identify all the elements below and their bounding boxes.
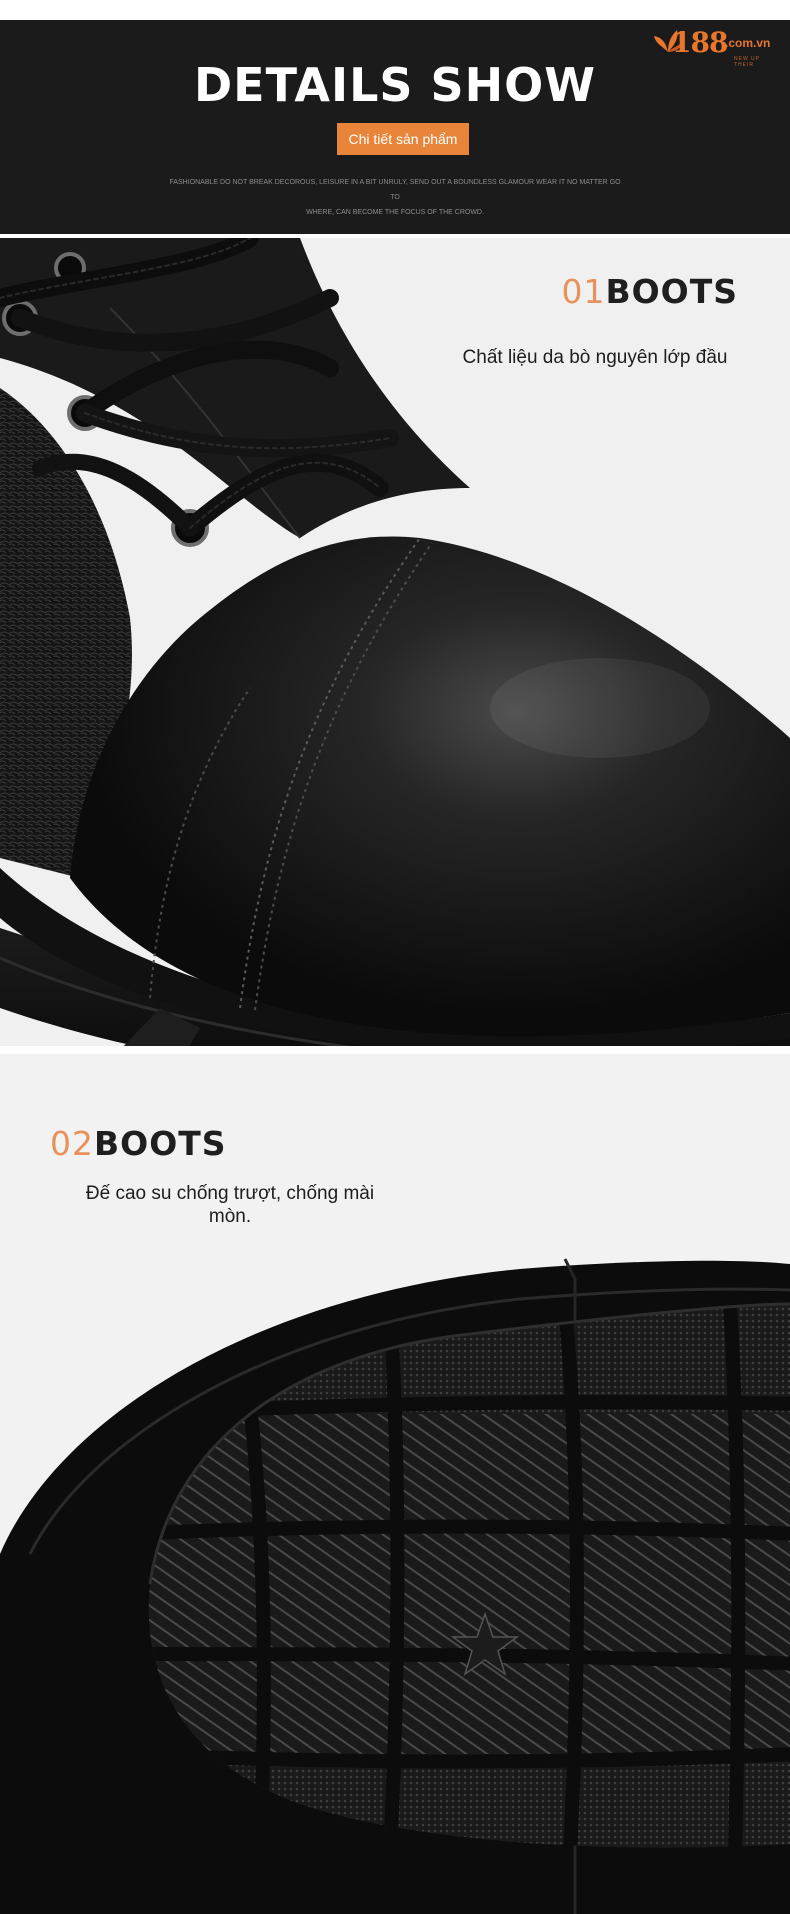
logo-number: 188 [672, 26, 728, 59]
details-show-banner: 188 .com.vn NEW UP THEIR DETAILS SHOW Ch… [0, 20, 790, 234]
section-02-boots: 02BOOTS Đế cao su chống trượt, chống mài… [0, 1054, 790, 1914]
section-word: BOOTS [605, 272, 738, 311]
section-01-boots: 01BOOTS Chất liệu da bò nguyên lớp đầu [0, 238, 790, 1046]
section-number: 02 [50, 1124, 94, 1163]
divider [0, 1046, 790, 1054]
section-01-heading: 01BOOTS [561, 272, 738, 311]
tagline-line-2: WHERE, CAN BECOME THE FOCUS OF THE CROWD… [306, 209, 484, 216]
tagline-line-1: FASHIONABLE DO NOT BREAK DECOROUS, LEISU… [169, 179, 621, 201]
section-number: 01 [561, 272, 606, 311]
top-spacer [0, 0, 790, 20]
tagline: FASHIONABLE DO NOT BREAK DECOROUS, LEISU… [165, 175, 625, 220]
logo-domain: .com.vn [725, 36, 771, 50]
page-title: DETAILS SHOW [193, 58, 597, 112]
section-01-description: Chất liệu da bò nguyên lớp đầu [462, 347, 728, 368]
section-02-heading: 02BOOTS [50, 1124, 227, 1163]
product-details-badge: Chi tiết sản phẩm [337, 123, 469, 155]
section-word: BOOTS [94, 1124, 227, 1163]
section-02-description: Đế cao su chống trượt, chống mài mòn. [85, 1183, 375, 1227]
